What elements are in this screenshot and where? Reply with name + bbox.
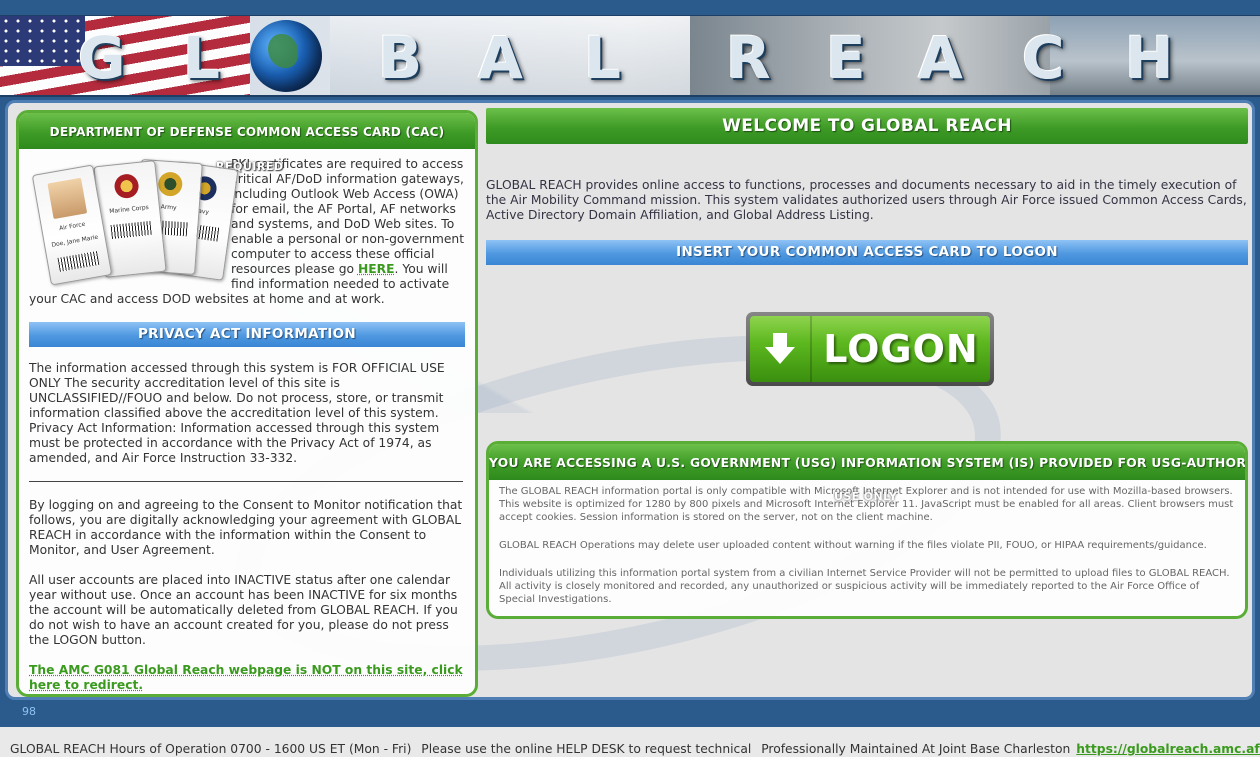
- cac-description-text: PKI certificates are required to access …: [231, 157, 465, 276]
- site-url-link[interactable]: https://globalreach.amc.af.mil: [1076, 742, 1260, 756]
- banner-letter: A: [478, 24, 523, 92]
- banner-letter: R: [726, 24, 771, 92]
- footer-bar: GLOBAL REACH Hours of Operation 0700 - 1…: [0, 727, 1260, 757]
- redirect-link[interactable]: The AMC G081 Global Reach webpage is NOT…: [29, 663, 463, 692]
- banner-letter: C: [1022, 24, 1065, 92]
- banner-letter: E: [826, 24, 866, 92]
- welcome-header: WELCOME TO GLOBAL REACH: [486, 108, 1248, 144]
- barcode-icon: [57, 251, 100, 272]
- logon-button-wrapper: LOGON: [746, 312, 994, 386]
- marine-corps-seal-icon: [113, 172, 140, 200]
- banner-letter: B: [378, 24, 423, 92]
- usg-only-badge: USE ONLY: [834, 490, 898, 503]
- logon-button-face: LOGON: [750, 316, 990, 382]
- cac-panel-header: DEPARTMENT OF DEFENSE COMMON ACCESS CARD…: [19, 113, 475, 149]
- banner-letter: G: [78, 24, 126, 92]
- privacy-act-header: PRIVACY ACT INFORMATION: [29, 322, 465, 347]
- helpdesk-text: Please use the online HELP DESK to reque…: [421, 742, 752, 756]
- visit-counter: 98: [22, 705, 36, 718]
- logon-arrow-box: [750, 316, 812, 382]
- privacy-divider: [29, 481, 463, 482]
- banner-title: G L B A L R E A C H: [0, 16, 1260, 95]
- monitoring-paragraph: Individuals utilizing this information p…: [499, 568, 1230, 605]
- cac-info-panel: DEPARTMENT OF DEFENSE COMMON ACCESS CARD…: [16, 110, 478, 697]
- global-reach-banner: G L B A L R E A C H: [0, 15, 1260, 97]
- cac-section: Air Force Doe, Jane Marie Marine Corps A…: [19, 149, 475, 307]
- hours-of-operation: GLOBAL REACH Hours of Operation 0700 - 1…: [10, 742, 412, 756]
- down-arrow-icon: [765, 333, 795, 364]
- banner-letter: H: [1125, 24, 1174, 92]
- content-deletion-paragraph: GLOBAL REACH Operations may delete user …: [499, 540, 1207, 551]
- banner-letter: A: [918, 24, 963, 92]
- army-seal-icon: [157, 171, 184, 197]
- cac-cards-image: Air Force Doe, Jane Marie Marine Corps A…: [29, 157, 239, 287]
- inactive-account-paragraph: All user accounts are placed into INACTI…: [29, 573, 458, 647]
- main-frame: DEPARTMENT OF DEFENSE COMMON ACCESS CARD…: [5, 100, 1255, 700]
- banner-letter: L: [183, 24, 220, 92]
- main-content: WELCOME TO GLOBAL REACH GLOBAL REACH pro…: [486, 108, 1248, 697]
- redirect-section: The AMC G081 Global Reach webpage is NOT…: [19, 663, 475, 693]
- insert-cac-header: INSERT YOUR COMMON ACCESS CARD TO LOGON: [486, 240, 1248, 265]
- privacy-act-text: The information accessed through this sy…: [19, 347, 475, 648]
- maintained-by-text: Professionally Maintained At Joint Base …: [761, 742, 1071, 756]
- cac-help-link[interactable]: HERE: [358, 262, 395, 276]
- usg-notice-panel: YOU ARE ACCESSING A U.S. GOVERNMENT (USG…: [486, 441, 1248, 619]
- consent-paragraph: By logging on and agreeing to the Consen…: [29, 498, 463, 557]
- logon-button[interactable]: LOGON: [746, 312, 994, 386]
- cac-card-photo: [47, 177, 88, 220]
- welcome-description: GLOBAL REACH provides online access to f…: [486, 178, 1247, 222]
- logon-button-label: LOGON: [823, 327, 979, 371]
- banner-letter: L: [584, 24, 621, 92]
- privacy-paragraph: The information accessed through this sy…: [29, 361, 445, 465]
- cac-card-label: Marine Corps: [108, 203, 150, 216]
- barcode-icon: [110, 220, 152, 239]
- usg-notice-header: YOU ARE ACCESSING A U.S. GOVERNMENT (USG…: [489, 444, 1245, 480]
